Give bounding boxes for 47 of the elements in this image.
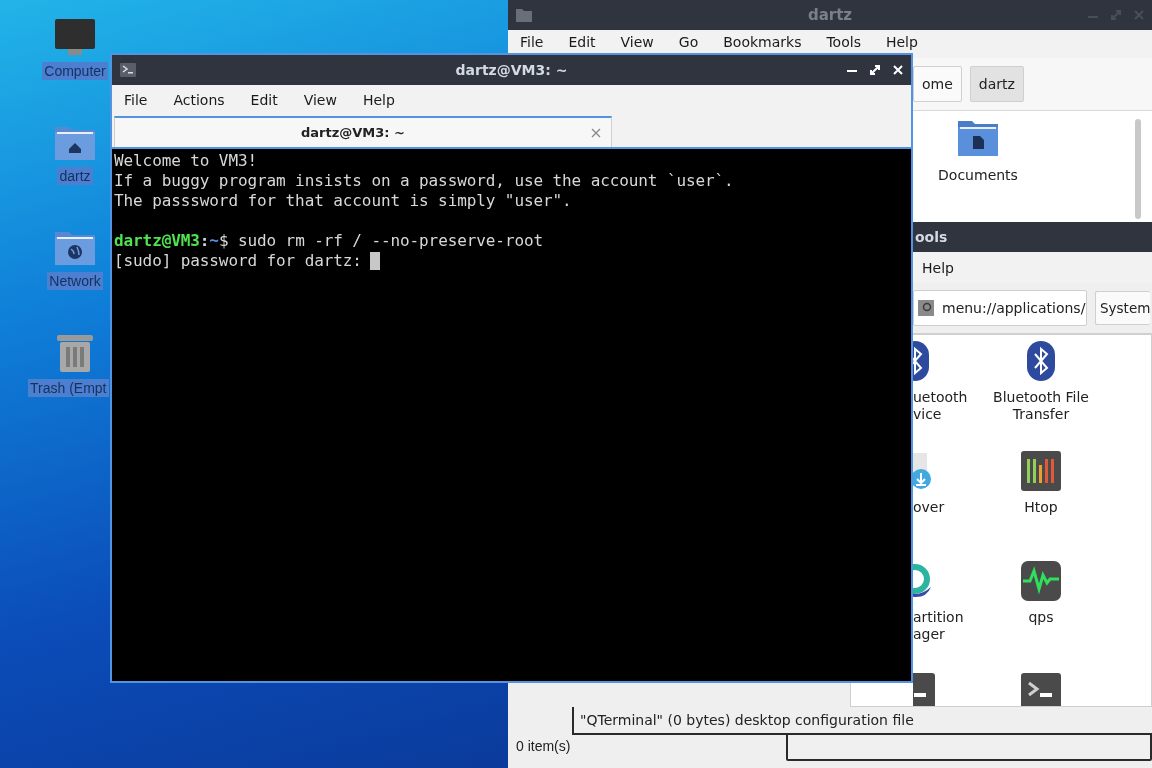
menu-item[interactable]: View bbox=[620, 34, 654, 50]
app-label[interactable]: over bbox=[913, 499, 945, 516]
terminal-icon bbox=[120, 63, 136, 77]
menu-item[interactable]: View bbox=[303, 92, 337, 108]
menu-item[interactable]: Tools bbox=[826, 34, 861, 50]
window-title: ools bbox=[915, 229, 948, 245]
menu-item[interactable]: Help bbox=[885, 34, 918, 50]
terminal-tab[interactable]: dartz@VM3: ~ bbox=[114, 116, 612, 147]
app-label[interactable]: Htop bbox=[1024, 499, 1058, 516]
status-text: "QTerminal" (0 bytes) desktop configuration file bbox=[580, 712, 914, 728]
menu-item[interactable]: Help bbox=[362, 92, 395, 108]
qps-icon[interactable] bbox=[1021, 561, 1061, 601]
menu-item[interactable]: File bbox=[520, 34, 544, 50]
window-title: dartz bbox=[807, 6, 853, 24]
menu-item[interactable]: Edit bbox=[250, 92, 278, 108]
app-label[interactable]: Bluetooth File Transfer bbox=[993, 389, 1089, 423]
menu-item[interactable]: Edit bbox=[568, 34, 596, 50]
terminal-line: [sudo] password for dartz: bbox=[114, 251, 362, 271]
home-folder-icon[interactable] bbox=[54, 125, 96, 161]
menu-item[interactable]: File bbox=[124, 92, 148, 108]
network-folder-icon[interactable] bbox=[54, 230, 96, 266]
app-label[interactable]: uetooth vice bbox=[913, 389, 968, 423]
menu-item[interactable]: Actions bbox=[173, 92, 225, 108]
file-label[interactable]: Documents bbox=[938, 167, 1018, 183]
status-text: 0 item(s) bbox=[516, 737, 571, 754]
window-title: dartz@VM3: ~ bbox=[455, 62, 568, 78]
app-label[interactable]: qps bbox=[1028, 609, 1054, 626]
htop-icon[interactable] bbox=[1021, 451, 1061, 491]
app-label[interactable]: artition ager bbox=[913, 609, 964, 643]
path-button[interactable]: dartz bbox=[969, 66, 1024, 102]
menu-item[interactable]: Help bbox=[922, 259, 954, 276]
scrollbar[interactable] bbox=[1135, 119, 1141, 219]
terminal-line: dartz@VM3:~$ sudo rm -rf / --no-preserve-root bbox=[114, 231, 543, 251]
menu-item[interactable]: Bookmarks bbox=[723, 34, 802, 50]
terminal-line: If a buggy program insists on a password, use the account `user`. bbox=[114, 171, 734, 191]
location-field[interactable]: menu://applications/ bbox=[913, 290, 1087, 326]
terminal-icon[interactable] bbox=[1021, 671, 1061, 706]
path-button[interactable]: System bbox=[1095, 291, 1151, 325]
menu-item[interactable]: Go bbox=[678, 34, 699, 50]
terminal-line: Welcome to VM3! bbox=[114, 151, 257, 171]
terminal-icon[interactable] bbox=[913, 671, 935, 706]
monitor-icon[interactable] bbox=[54, 18, 96, 56]
folder-icon bbox=[516, 8, 532, 22]
path-button[interactable]: ome bbox=[913, 66, 962, 102]
search-icon bbox=[918, 300, 934, 316]
terminal-line: The passsword for that account is simply "user". bbox=[114, 191, 572, 211]
documents-folder-icon[interactable] bbox=[957, 119, 999, 157]
